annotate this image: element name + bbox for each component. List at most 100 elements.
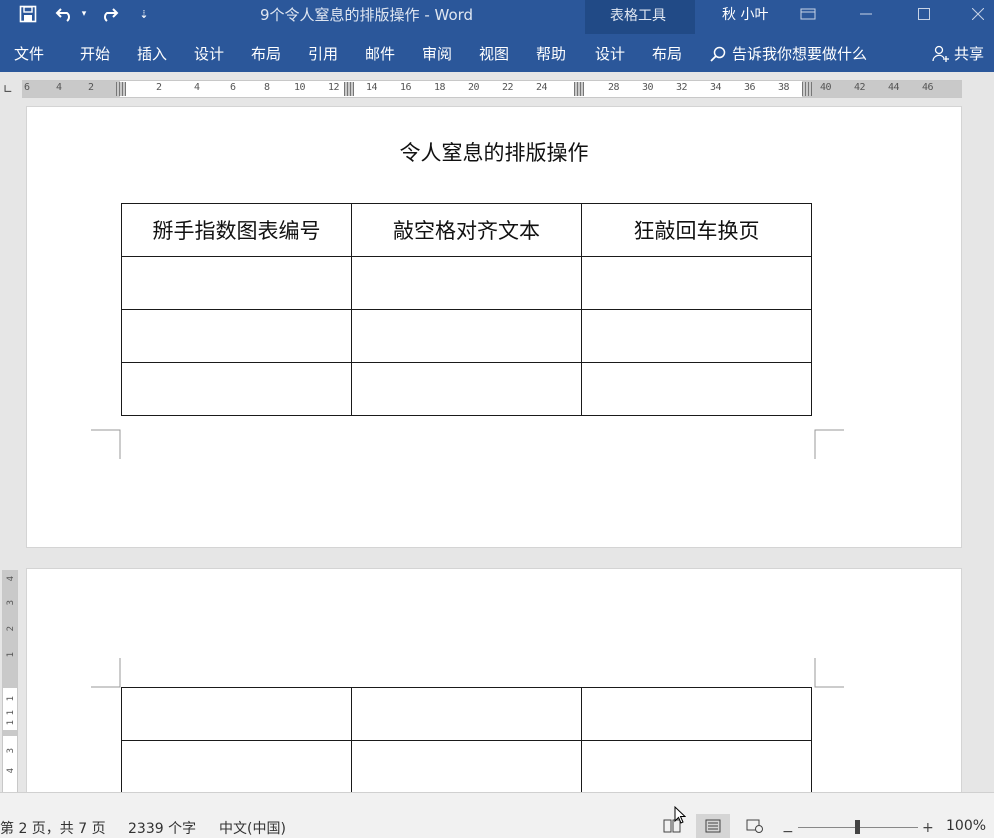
ruler-margin-left — [22, 81, 120, 97]
user-name[interactable]: 秋 小叶 — [722, 4, 768, 24]
ruler-mark: 4 — [56, 82, 62, 93]
ruler-mark: 22 — [502, 82, 514, 93]
ruler-mark: 32 — [676, 82, 688, 93]
language-indicator[interactable]: 中文(中国) — [219, 818, 286, 838]
table-cell[interactable] — [581, 362, 812, 416]
vruler-mark: 1 — [6, 720, 16, 726]
vruler-mark: 2 — [6, 626, 16, 632]
print-layout-icon[interactable] — [696, 814, 730, 838]
ruler-mark: 38 — [778, 82, 790, 93]
zoom-slider-thumb[interactable] — [855, 820, 860, 834]
vruler-mark: 3 — [6, 600, 16, 606]
tab-design[interactable]: 设计 — [194, 43, 224, 64]
share-button[interactable]: 共享 — [932, 43, 984, 64]
margin-corner-mark — [814, 658, 844, 688]
table-header-cell[interactable]: 敲空格对齐文本 — [351, 203, 582, 257]
tab-selector-icon[interactable]: ∟ — [3, 82, 13, 96]
tab-help[interactable]: 帮助 — [536, 43, 566, 64]
document-table[interactable]: 掰手指数图表编号 敲空格对齐文本 狂敲回车换页 — [121, 203, 812, 416]
table-cell[interactable] — [121, 687, 352, 741]
page-count[interactable]: 第 2 页，共 7 页 — [0, 818, 106, 838]
vruler-row-marker[interactable] — [3, 730, 17, 736]
ruler-mark: 20 — [468, 82, 480, 93]
tab-table-layout[interactable]: 布局 — [652, 43, 682, 64]
ruler-mark: 28 — [608, 82, 620, 93]
page-1[interactable]: 令人窒息的排版操作 掰手指数图表编号 敲空格对齐文本 狂敲回车换页 — [26, 106, 962, 548]
column-marker[interactable] — [344, 82, 354, 96]
table-cell[interactable] — [121, 256, 352, 310]
table-row — [121, 687, 812, 741]
table-cell[interactable] — [351, 740, 582, 792]
zoom-out-icon[interactable]: − — [782, 824, 794, 838]
ruler-mark: 2 — [156, 82, 162, 93]
tab-view[interactable]: 视图 — [479, 43, 509, 64]
tab-insert[interactable]: 插入 — [137, 43, 167, 64]
vruler-mark: 4 — [6, 768, 16, 774]
mouse-cursor-icon — [674, 806, 686, 824]
ruler-mark: 2 — [88, 82, 94, 93]
person-add-icon — [932, 45, 949, 62]
minimize-icon[interactable] — [844, 0, 888, 28]
maximize-icon[interactable] — [902, 0, 946, 28]
table-cell[interactable] — [351, 256, 582, 310]
left-indent-handle[interactable] — [116, 82, 126, 96]
table-header-cell[interactable]: 掰手指数图表编号 — [121, 203, 352, 257]
tab-table-design[interactable]: 设计 — [595, 43, 625, 64]
word-count[interactable]: 2339 个字 — [128, 818, 196, 838]
ruler-mark: 12 — [328, 82, 340, 93]
margin-corner-mark — [91, 658, 121, 688]
tab-review[interactable]: 审阅 — [422, 43, 452, 64]
page-2[interactable] — [26, 568, 962, 792]
table-cell[interactable] — [351, 687, 582, 741]
table-cell[interactable] — [121, 309, 352, 363]
redo-icon[interactable] — [96, 0, 122, 28]
document-title[interactable]: 令人窒息的排版操作 — [27, 137, 961, 167]
undo-icon[interactable] — [52, 0, 78, 28]
web-layout-icon[interactable] — [738, 814, 772, 838]
margin-corner-mark — [91, 429, 121, 459]
column-marker[interactable] — [574, 82, 584, 96]
table-cell[interactable] — [581, 309, 812, 363]
table-cell[interactable] — [121, 740, 352, 792]
tell-me-box[interactable]: 告诉我你想要做什么 — [710, 43, 867, 64]
table-row: 掰手指数图表编号 敲空格对齐文本 狂敲回车换页 — [121, 203, 812, 257]
ribbon-display-icon[interactable] — [786, 0, 830, 28]
table-cell[interactable] — [581, 256, 812, 310]
document-table[interactable] — [121, 687, 812, 792]
tab-mailings[interactable]: 邮件 — [365, 43, 395, 64]
tab-file[interactable]: 文件 — [14, 43, 44, 64]
table-cell[interactable] — [121, 362, 352, 416]
table-header-cell[interactable]: 狂敲回车换页 — [581, 203, 812, 257]
ruler-mark: 44 — [888, 82, 900, 93]
ruler-mark: 40 — [820, 82, 832, 93]
ruler-bar: ∟ 6 4 2 2 4 6 8 10 12 14 16 18 20 22 24 … — [0, 72, 994, 106]
ribbon-tabs: 文件 开始 插入 设计 布局 引用 邮件 审阅 视图 帮助 设计 布局 告诉我你… — [0, 34, 994, 72]
table-cell[interactable] — [581, 740, 812, 792]
close-icon[interactable] — [956, 0, 994, 28]
zoom-in-icon[interactable]: + — [922, 820, 934, 836]
undo-dropdown-icon[interactable]: ▾ — [78, 0, 90, 28]
tab-references[interactable]: 引用 — [308, 43, 338, 64]
ruler-mark: 10 — [294, 82, 306, 93]
vertical-ruler[interactable]: 4 3 2 1 1 1 1 3 4 — [2, 570, 18, 792]
share-label: 共享 — [954, 45, 985, 63]
table-row — [121, 740, 812, 792]
tab-layout[interactable]: 布局 — [251, 43, 281, 64]
horizontal-ruler[interactable]: 6 4 2 2 4 6 8 10 12 14 16 18 20 22 24 28… — [22, 80, 962, 98]
customize-icon[interactable]: ⇣ — [136, 0, 152, 28]
table-cell[interactable] — [581, 687, 812, 741]
ruler-mark: 6 — [230, 82, 236, 93]
ruler-mark: 4 — [194, 82, 200, 93]
table-cell[interactable] — [351, 309, 582, 363]
vruler-mark: 1 — [6, 696, 16, 702]
right-indent-handle[interactable] — [802, 82, 812, 96]
margin-corner-mark — [814, 429, 844, 459]
tab-home[interactable]: 开始 — [80, 43, 110, 64]
zoom-level[interactable]: 100% — [946, 818, 986, 834]
tell-me-text: 告诉我你想要做什么 — [732, 45, 868, 63]
table-row — [121, 256, 812, 310]
save-icon[interactable] — [14, 0, 42, 28]
table-cell[interactable] — [351, 362, 582, 416]
vruler-mark: 3 — [6, 748, 16, 754]
table-row — [121, 362, 812, 416]
